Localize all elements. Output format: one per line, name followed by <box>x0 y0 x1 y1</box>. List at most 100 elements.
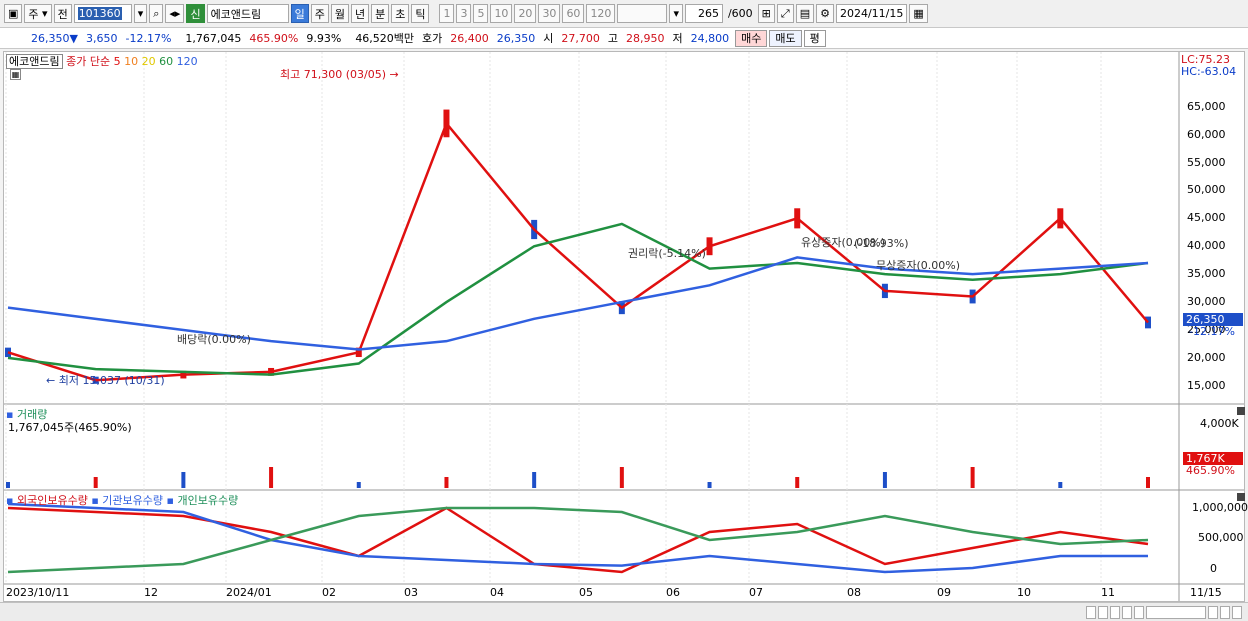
interval-60[interactable]: 60 <box>562 4 585 23</box>
search-icon[interactable]: ⌕ <box>149 4 164 23</box>
open-label: 시 <box>543 32 554 45</box>
new-badge: 신 <box>186 4 205 23</box>
dropdown-icon[interactable]: ▾ <box>133 4 148 23</box>
open-price: 27,700 <box>561 31 600 45</box>
x-axis-label: 10 <box>1017 586 1031 599</box>
scroll-right-icon[interactable] <box>1086 605 1096 619</box>
volume-bar <box>93 477 98 488</box>
interval-20[interactable]: 20 <box>514 4 537 23</box>
holdings-y-tick-500000: 500,000 <box>1198 531 1244 544</box>
bid-price: 26,350 <box>496 31 536 45</box>
period-year[interactable]: 년 <box>350 4 370 23</box>
x-axis-label: 11 <box>1101 586 1115 599</box>
x-axis-label: 2024/01 <box>226 586 272 599</box>
price-panel-stock-name: 에코앤드림 <box>6 54 63 69</box>
ma-10-label: 10 <box>124 55 139 68</box>
zoom-in-icon[interactable] <box>1220 605 1230 619</box>
interval-dropdown-icon[interactable]: ▾ <box>669 4 683 23</box>
sell-button[interactable]: 매도 <box>769 29 802 47</box>
volume-bar <box>1146 477 1150 488</box>
x-axis-label: 07 <box>749 586 763 599</box>
price-change-pct: -12.17% <box>125 31 172 45</box>
ma-20-label: 20 <box>141 55 156 68</box>
interval-5[interactable]: 5 <box>473 4 489 23</box>
scroll-prev-icon[interactable] <box>1110 605 1120 619</box>
price-panel-legend: 에코앤드림 종가 단순 5 10 20 60 120 <box>6 53 198 69</box>
hc-value: HC:-63.04 <box>1181 65 1237 78</box>
holdings-panel-close-icon[interactable] <box>1237 493 1245 501</box>
interval-1[interactable]: 1 <box>439 4 455 23</box>
foreign-holdings-label: 외국인보유수량 <box>16 494 88 507</box>
volume-panel-close-icon[interactable] <box>1237 407 1245 415</box>
x-axis-label: 03 <box>404 586 418 599</box>
buy-button[interactable]: 매수 <box>735 29 768 47</box>
ma-120-label: 120 <box>176 55 198 68</box>
current-pct-marker: -12.17% <box>1189 325 1235 338</box>
date-input[interactable]: 2024/11/15 <box>835 4 908 23</box>
trade-amount: 46,520백만 <box>355 32 415 45</box>
text-size-icon[interactable] <box>1232 605 1242 619</box>
settings-icon[interactable]: ⚙ <box>816 4 834 23</box>
period-day[interactable]: 일 <box>290 4 309 23</box>
interval-120[interactable]: 120 <box>586 4 616 23</box>
volume-bar <box>970 467 975 488</box>
x-axis-right-label: 11/15 <box>1190 586 1222 599</box>
chart-area[interactable]: 에코앤드림 종가 단순 5 10 20 60 120 ▦ LC:75.23 HC… <box>3 51 1248 602</box>
volume-bar <box>619 467 624 488</box>
price-y-tick: 50,000 <box>1187 183 1226 197</box>
evaluate-button[interactable]: 평 <box>803 29 826 47</box>
table-icon[interactable]: ▦ <box>10 69 21 80</box>
period-second[interactable]: 초 <box>391 4 410 23</box>
volume-bar <box>1058 482 1063 488</box>
volume-bar <box>269 467 274 488</box>
scroll-first-icon[interactable] <box>1098 605 1108 619</box>
high-price: 28,950 <box>626 31 665 45</box>
holdings-legend: ▪ 외국인보유수량 ▪ 기관보유수량 ▪ 개인보유수량 <box>6 494 239 507</box>
x-axis-label: 04 <box>490 586 504 599</box>
save-icon[interactable]: ▤ <box>795 4 815 23</box>
scroll-play-icon[interactable] <box>1122 605 1132 619</box>
price-change: 3,650 <box>86 31 118 45</box>
draw-icon[interactable]: ⤢ <box>776 4 794 23</box>
low-price: 24,800 <box>690 31 730 45</box>
scroll-next-icon[interactable] <box>1134 605 1144 619</box>
price-y-tick: 55,000 <box>1187 155 1226 169</box>
zoom-out-icon[interactable] <box>1208 605 1218 619</box>
turnover-value: 9.93% <box>306 31 342 45</box>
period-tick[interactable]: 틱 <box>411 4 430 23</box>
x-axis-label: 08 <box>847 586 861 599</box>
interval-10[interactable]: 10 <box>490 4 513 23</box>
price-y-tick: 30,000 <box>1187 295 1226 309</box>
interval-30[interactable]: 30 <box>538 4 561 23</box>
speaker-icon[interactable]: ◂▸ <box>165 4 185 23</box>
rights-annotation: 권리락(-5.14%) <box>628 247 706 260</box>
price-y-tick: 60,000 <box>1187 127 1226 141</box>
price-y-tick: 15,000 <box>1187 378 1226 392</box>
market-select[interactable]: 주 ▾ <box>24 4 52 23</box>
window-icon[interactable]: ▣ <box>4 4 23 23</box>
individual-holdings-label: 개인보유수량 <box>177 494 239 507</box>
price-y-tick: 40,000 <box>1187 239 1226 253</box>
interval-3[interactable]: 3 <box>456 4 472 23</box>
bid-label: 호가 <box>422 32 443 45</box>
ma-60-label: 60 <box>159 55 174 68</box>
price-y-tick: 65,000 <box>1187 99 1226 113</box>
bar-count-input[interactable]: 265 <box>684 4 723 23</box>
period-week[interactable]: 주 <box>310 4 329 23</box>
ma-5-label: 5 <box>113 55 121 68</box>
holdings-y-tick-1000000: 1,000,000 <box>1192 501 1248 514</box>
zoom-slider[interactable] <box>1146 605 1206 619</box>
stock-code-input[interactable]: 101360 <box>73 4 132 23</box>
calendar-icon[interactable]: ▦ <box>909 4 928 23</box>
volume-ratio: 465.90% <box>249 31 299 45</box>
current-price: 26,350▼ <box>31 31 78 45</box>
fit-icon[interactable]: ⊞ <box>757 4 775 23</box>
period-minute[interactable]: 분 <box>371 4 390 23</box>
chart-svg[interactable] <box>4 52 1244 601</box>
prefix-button[interactable]: 전 <box>53 4 72 23</box>
x-axis-label: 06 <box>666 586 680 599</box>
dividend-annotation: 배당락(0.00%) <box>177 333 251 346</box>
interval-custom-input[interactable] <box>617 4 668 23</box>
period-month[interactable]: 월 <box>330 4 349 23</box>
bottom-bar <box>0 602 1248 621</box>
